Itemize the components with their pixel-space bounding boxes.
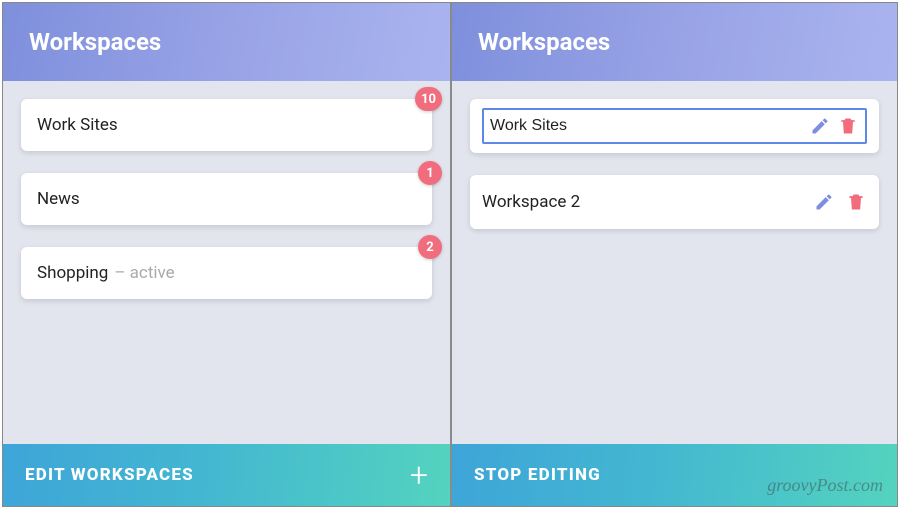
footer-bar: EDIT WORKSPACES + xyxy=(3,444,450,506)
workspace-item-label: Shopping xyxy=(37,263,108,283)
screenshot-frame: Workspaces Work Sites 10 News 1 Shopping… xyxy=(2,2,898,507)
add-workspace-button[interactable]: + xyxy=(410,459,428,491)
workspace-item-status: – active xyxy=(114,263,174,283)
pencil-icon[interactable] xyxy=(809,115,831,137)
edit-workspaces-button[interactable]: EDIT WORKSPACES xyxy=(25,465,194,485)
footer-bar: STOP EDITING xyxy=(452,444,897,506)
header-title: Workspaces xyxy=(478,28,610,56)
workspace-name-input[interactable] xyxy=(490,117,803,135)
workspace-item[interactable]: Work Sites 10 xyxy=(21,99,432,151)
workspace-item[interactable]: Shopping – active 2 xyxy=(21,247,432,299)
workspace-item-label: Work Sites xyxy=(37,115,118,135)
workspace-item-label: Workspace 2 xyxy=(482,192,803,212)
workspace-list: Work Sites 10 News 1 Shopping – active 2 xyxy=(3,81,450,444)
pencil-icon[interactable] xyxy=(813,191,835,213)
workspace-badge: 1 xyxy=(418,161,442,185)
panel-header: Workspaces xyxy=(3,3,450,81)
stop-editing-button[interactable]: STOP EDITING xyxy=(474,465,601,485)
workspace-item[interactable]: News 1 xyxy=(21,173,432,225)
workspace-edit-list: Workspace 2 xyxy=(452,81,897,444)
workspace-badge: 2 xyxy=(418,235,442,259)
workspace-item-label: News xyxy=(37,189,80,209)
workspace-badge: 10 xyxy=(415,87,442,111)
workspaces-panel-edit: Workspaces Workspace 2 xyxy=(450,3,897,506)
workspaces-panel-view: Workspaces Work Sites 10 News 1 Shopping… xyxy=(3,3,450,506)
workspace-edit-item xyxy=(470,99,879,153)
workspace-name-input-wrap[interactable] xyxy=(482,108,867,144)
panel-header: Workspaces xyxy=(452,3,897,81)
trash-icon[interactable] xyxy=(837,115,859,137)
header-title: Workspaces xyxy=(29,28,161,56)
workspace-edit-item: Workspace 2 xyxy=(470,175,879,229)
trash-icon[interactable] xyxy=(845,191,867,213)
